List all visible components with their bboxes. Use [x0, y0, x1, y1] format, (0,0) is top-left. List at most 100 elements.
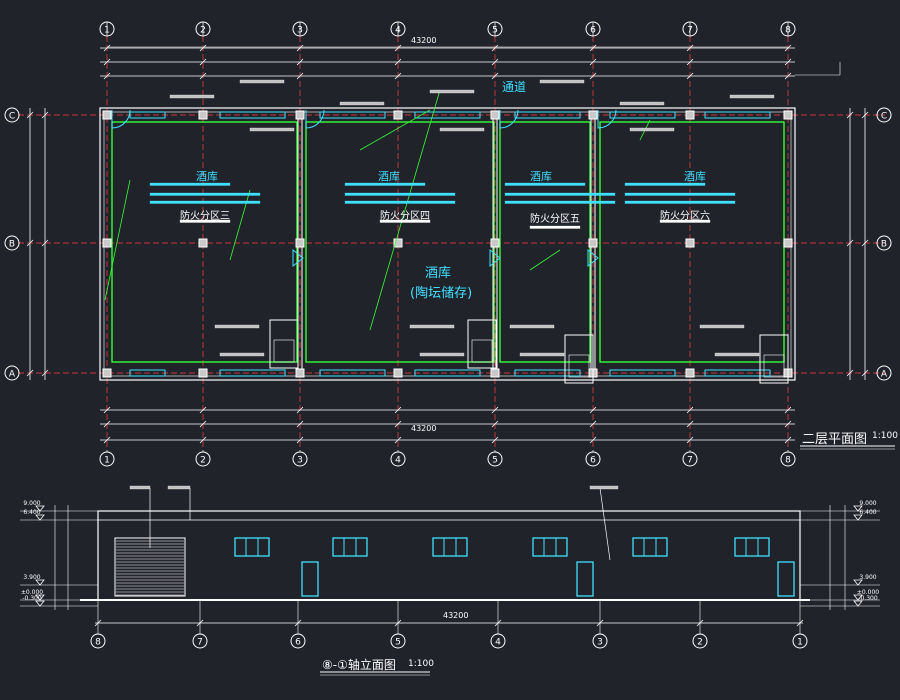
column	[295, 110, 305, 120]
note-mark-5	[619, 101, 665, 106]
stair-inner-1	[471, 339, 493, 363]
cad-drawing: 1 1 2 2 3 3 4 4 5 5 6 6 7 7 8 8 C C B B A A 8 7 6 5 4 3 2 1 9.000 9.000…	[0, 0, 900, 700]
elev-window-3	[532, 537, 568, 557]
axis-bottom-6: 6	[590, 456, 596, 466]
elevation-title: ⑧-①轴立面图	[322, 658, 396, 672]
column	[490, 368, 500, 378]
note-mark-10	[214, 324, 260, 329]
zone-label-3: 防火分区五	[530, 214, 580, 225]
axis-right-C: C	[881, 112, 887, 122]
note-mark-7	[249, 127, 295, 132]
room-name-1: 酒库	[196, 170, 218, 183]
axis-bottom-1: 1	[104, 456, 110, 466]
elev-axis-4: 4	[495, 638, 501, 648]
axis-bottom-3: 3	[297, 456, 303, 466]
elev-axis-2: 2	[697, 638, 703, 648]
elev-window-1	[332, 537, 368, 557]
room-name-2: 酒库	[378, 170, 400, 183]
zone-area-2	[529, 225, 581, 229]
elev-axis-8: 8	[95, 638, 101, 648]
zone-label-4: 防火分区六	[660, 211, 710, 222]
level-right-1: 6.400	[859, 509, 876, 516]
elevation-overall-dimension: 43200	[443, 611, 469, 620]
elev-window-0	[234, 537, 270, 557]
column	[393, 110, 403, 120]
level-right-0: 9.000	[859, 500, 876, 507]
room-desc-5	[344, 200, 456, 204]
leader-line-1	[229, 189, 251, 261]
column	[685, 238, 695, 248]
column	[198, 238, 208, 248]
elev-door-2	[777, 561, 795, 597]
axis-bottom-2: 2	[200, 456, 206, 466]
note-elev-1	[129, 485, 151, 490]
stair-inner-3	[763, 354, 785, 378]
center-room-title: 酒库	[425, 266, 452, 281]
room-desc-4	[344, 192, 456, 196]
elev-window-2	[432, 537, 468, 557]
note-mark-1	[239, 79, 285, 84]
plan-overall-dimension-bottom: 43200	[411, 424, 437, 433]
door-arc-1	[305, 109, 325, 129]
column	[588, 110, 598, 120]
column	[490, 238, 500, 248]
axis-left-B: B	[9, 240, 15, 250]
door-arc-3	[597, 109, 617, 129]
plan-title: 二层平面图	[802, 432, 868, 447]
elev-axis-7: 7	[197, 638, 203, 648]
level-left-0: 9.000	[23, 500, 40, 507]
level-left-2: 3.900	[23, 574, 40, 581]
room-name-3: 酒库	[530, 170, 552, 183]
axis-top-4: 4	[395, 26, 401, 36]
elev-axis-3: 3	[597, 638, 603, 648]
column	[102, 238, 112, 248]
column	[783, 110, 793, 120]
column	[198, 368, 208, 378]
level-right-2: 3.900	[859, 574, 876, 581]
leader-line-4	[529, 249, 561, 271]
column	[295, 238, 305, 248]
note-mark-4	[539, 79, 585, 84]
room-desc-8	[504, 200, 616, 204]
note-elev-3	[589, 485, 619, 490]
axis-top-5: 5	[492, 26, 498, 36]
elev-axis-6: 6	[295, 638, 301, 648]
stair-inner-2	[568, 354, 590, 378]
note-mark-9	[629, 127, 675, 132]
leader-elev-3	[599, 487, 611, 561]
note-mark-17	[714, 352, 760, 357]
room-desc-2	[149, 200, 261, 204]
elev-door-0	[301, 561, 319, 597]
column	[783, 238, 793, 248]
door-arc-0	[111, 109, 131, 129]
level-left-1: 6.400	[23, 509, 40, 516]
column	[685, 368, 695, 378]
plan-overall-dimension: 43200	[411, 36, 437, 45]
axis-bottom-8: 8	[785, 456, 791, 466]
room-desc-10	[624, 192, 736, 196]
stair-inner-0	[273, 339, 295, 363]
room-desc-7	[504, 192, 616, 196]
axis-bottom-4: 4	[395, 456, 401, 466]
note-mark-14	[219, 352, 265, 357]
plan-scale: 1:100	[872, 431, 898, 441]
note-mark-0	[169, 94, 215, 99]
center-room-subtitle: (陶坛储存)	[410, 286, 473, 301]
level-left-4: -0.300	[22, 595, 42, 602]
elev-door-1	[576, 561, 594, 597]
axis-top-7: 7	[687, 26, 693, 36]
axis-right-B: B	[881, 240, 887, 250]
elev-window-4	[632, 537, 668, 557]
axis-top-3: 3	[297, 26, 303, 36]
note-mark-16	[519, 352, 565, 357]
note-mark-12	[509, 324, 555, 329]
axis-top-6: 6	[590, 26, 596, 36]
column	[685, 110, 695, 120]
level-right-4: -0.300	[858, 595, 878, 602]
axis-top-2: 2	[200, 26, 206, 36]
axis-right-A: A	[881, 370, 888, 380]
note-mark-13	[699, 324, 745, 329]
zone-label-2: 防火分区四	[380, 211, 430, 222]
note-mark-15	[419, 352, 465, 357]
elevation-scale: 1:100	[408, 659, 434, 669]
